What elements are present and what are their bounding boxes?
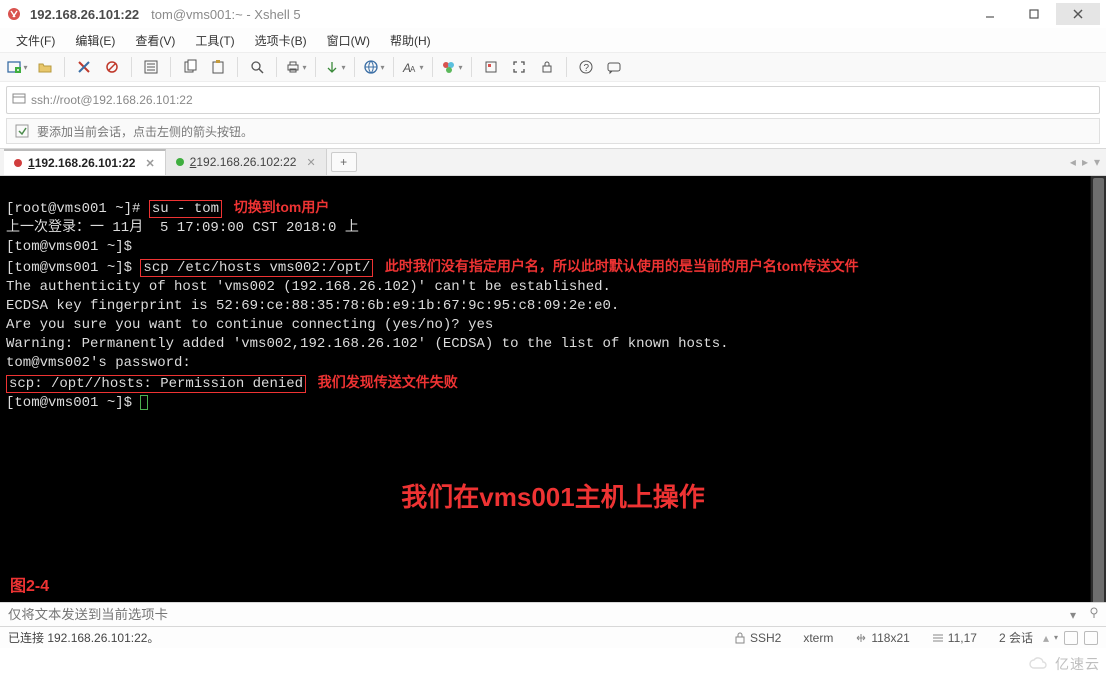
open-button[interactable] bbox=[32, 54, 58, 80]
status-size: 118x21 bbox=[855, 631, 909, 645]
menu-file[interactable]: 文件(F) bbox=[6, 29, 65, 52]
term-line: tom@vms002's password: bbox=[6, 355, 191, 371]
fullscreen-button[interactable] bbox=[506, 54, 532, 80]
address-input[interactable] bbox=[31, 89, 1099, 111]
status-dot-icon bbox=[14, 159, 22, 167]
term-line: [tom@vms001 ~]$ bbox=[6, 395, 148, 411]
compose-input[interactable] bbox=[0, 604, 1064, 626]
toolbar: ▾ ▾ ▾ ▾ AA▾ ▾ ? bbox=[0, 52, 1106, 82]
reconnect-button[interactable] bbox=[71, 54, 97, 80]
position-icon bbox=[932, 632, 944, 644]
close-button[interactable] bbox=[1056, 3, 1100, 25]
hint-text: 要添加当前会话，点击左侧的箭头按钮。 bbox=[37, 123, 253, 140]
menu-edit[interactable]: 编辑(E) bbox=[65, 29, 125, 52]
help-button[interactable]: ? bbox=[573, 54, 599, 80]
find-button[interactable] bbox=[244, 54, 270, 80]
disconnect-button[interactable] bbox=[99, 54, 125, 80]
term-line: ECDSA key fingerprint is 52:69:ce:88:35:… bbox=[6, 298, 619, 314]
tab-prev-button[interactable]: ◂ bbox=[1070, 155, 1076, 169]
color-button[interactable]: ▾ bbox=[439, 54, 465, 80]
menu-tabs[interactable]: 选项卡(B) bbox=[245, 29, 317, 52]
caps-indicator bbox=[1064, 631, 1078, 645]
tab-nav: ◂ ▸ ▾ bbox=[1070, 149, 1106, 175]
scrollbar[interactable] bbox=[1090, 176, 1106, 602]
feedback-button[interactable] bbox=[601, 54, 627, 80]
app-icon bbox=[6, 6, 22, 22]
term-line: [tom@vms001 ~]$ scp /etc/hosts vms002:/o… bbox=[6, 260, 859, 276]
highlight-button[interactable] bbox=[478, 54, 504, 80]
chevron-icon[interactable]: ▾ bbox=[1054, 633, 1058, 642]
cursor-icon bbox=[140, 395, 148, 410]
figure-label: 图2-4 bbox=[10, 577, 49, 596]
hint-bar: 要添加当前会话，点击左侧的箭头按钮。 bbox=[6, 118, 1100, 144]
status-protocol: SSH2 bbox=[734, 631, 781, 645]
minimize-button[interactable] bbox=[968, 3, 1012, 25]
status-connection: 已连接 192.168.26.101:22。 bbox=[8, 629, 159, 646]
menu-tools[interactable]: 工具(T) bbox=[185, 29, 244, 52]
term-line: [tom@vms001 ~]$ bbox=[6, 239, 132, 255]
print-button[interactable]: ▾ bbox=[283, 54, 309, 80]
status-bar: 已连接 192.168.26.101:22。 SSH2 xterm 118x21… bbox=[0, 626, 1106, 648]
cloud-icon bbox=[1027, 656, 1051, 672]
svg-text:?: ? bbox=[584, 63, 590, 74]
status-term-type: xterm bbox=[803, 631, 833, 645]
copy-button[interactable] bbox=[177, 54, 203, 80]
paste-button[interactable] bbox=[205, 54, 231, 80]
status-dot-icon bbox=[176, 158, 184, 166]
title-bar: 192.168.26.101:22 tom@vms001:~ - Xshell … bbox=[0, 0, 1106, 28]
tab-number: 1 bbox=[28, 156, 35, 170]
term-line: scp: /opt//hosts: Permission denied 我们发现… bbox=[6, 376, 458, 392]
term-line: Are you sure you want to continue connec… bbox=[6, 317, 493, 333]
new-session-button[interactable]: ▾ bbox=[4, 54, 30, 80]
add-tab-button[interactable]: + bbox=[331, 152, 357, 172]
status-sessions: 2 会话 bbox=[999, 629, 1033, 646]
menu-window[interactable]: 窗口(W) bbox=[317, 29, 380, 52]
tab-title: 192.168.26.102:22 bbox=[196, 155, 296, 169]
window-title-sub: tom@vms001:~ - Xshell 5 bbox=[151, 7, 300, 22]
lock-icon bbox=[734, 632, 746, 644]
status-cursor-pos: 11,17 bbox=[932, 631, 977, 645]
annotation-big: 我们在vms001主机上操作 bbox=[401, 488, 704, 507]
xftp-button[interactable]: ▾ bbox=[322, 54, 348, 80]
tab-session-2[interactable]: 2 192.168.26.102:22 ✕ bbox=[166, 149, 327, 175]
lock-button[interactable] bbox=[534, 54, 560, 80]
terminal[interactable]: [root@vms001 ~]# su - tom 切换到tom用户 上一次登录… bbox=[0, 176, 1106, 602]
menu-bar: 文件(F) 编辑(E) 查看(V) 工具(T) 选项卡(B) 窗口(W) 帮助(… bbox=[0, 28, 1106, 52]
tab-number: 2 bbox=[190, 155, 197, 169]
compose-options-button[interactable]: ▾ bbox=[1064, 608, 1082, 622]
svg-text:A: A bbox=[410, 65, 416, 74]
close-icon[interactable]: ✕ bbox=[145, 157, 154, 170]
font-button[interactable]: AA▾ bbox=[400, 54, 426, 80]
browser-button[interactable]: ▾ bbox=[361, 54, 387, 80]
tab-session-1[interactable]: 1 192.168.26.101:22 ✕ bbox=[4, 149, 166, 175]
tab-bar: 1 192.168.26.101:22 ✕ 2 192.168.26.102:2… bbox=[0, 148, 1106, 176]
session-icon bbox=[7, 92, 31, 109]
compose-pin-button[interactable] bbox=[1082, 607, 1106, 622]
window-title-main: 192.168.26.101:22 bbox=[30, 7, 139, 22]
address-bar bbox=[6, 86, 1100, 114]
chevron-icon[interactable]: ▴ bbox=[1043, 631, 1049, 645]
num-indicator bbox=[1084, 631, 1098, 645]
maximize-button[interactable] bbox=[1012, 3, 1056, 25]
resize-icon bbox=[855, 632, 867, 644]
menu-view[interactable]: 查看(V) bbox=[125, 29, 185, 52]
add-session-icon[interactable] bbox=[13, 122, 31, 140]
tab-title: 192.168.26.101:22 bbox=[35, 156, 136, 170]
tab-next-button[interactable]: ▸ bbox=[1082, 155, 1088, 169]
tab-list-button[interactable]: ▾ bbox=[1094, 155, 1100, 169]
term-line: The authenticity of host 'vms002 (192.16… bbox=[6, 279, 611, 295]
watermark: 亿速云 bbox=[1027, 654, 1100, 674]
compose-bar: ▾ bbox=[0, 602, 1106, 626]
close-icon[interactable]: ✕ bbox=[306, 156, 315, 169]
term-line: Warning: Permanently added 'vms002,192.1… bbox=[6, 336, 729, 352]
menu-help[interactable]: 帮助(H) bbox=[380, 29, 441, 52]
properties-button[interactable] bbox=[138, 54, 164, 80]
term-line: [root@vms001 ~]# su - tom 切换到tom用户 bbox=[6, 201, 329, 217]
term-line: 上一次登录：一 11月 5 17:09:00 CST 2018:0 上 bbox=[6, 220, 359, 236]
